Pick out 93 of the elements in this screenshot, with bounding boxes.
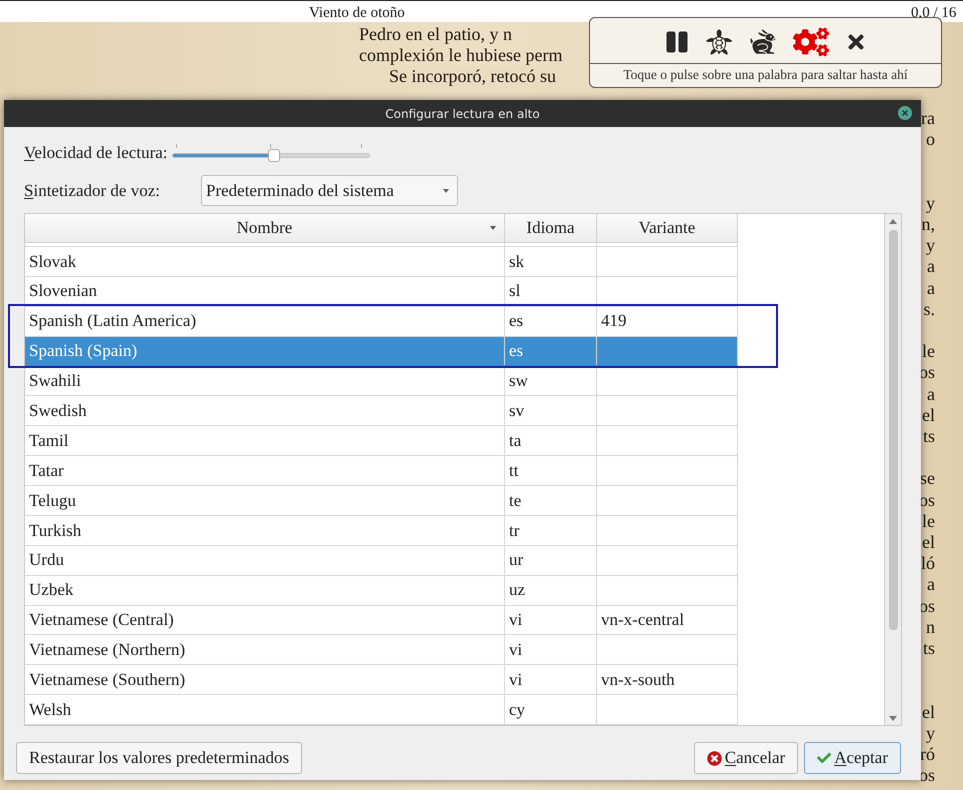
column-header[interactable]: Nombre [25,214,505,243]
book-text-fragment: a [927,278,935,299]
table-row[interactable]: Urdu ur [25,546,738,576]
table-cell-text: 419 [601,310,626,332]
book-text-fragment: se [920,468,935,490]
check-icon [817,751,832,765]
table-cell-text: Spanish (Latin America) [29,310,196,332]
table-cell-text: Urdu [29,549,64,572]
synthesizer-label: Sintetizador de voz: [24,180,161,202]
synthesizer-dropdown[interactable]: Predeterminado del sistema [201,175,458,206]
speed-slider[interactable] [172,143,370,163]
table-cell-text: es [509,340,524,362]
cancel-icon [706,750,722,766]
table-cell-text: Vietnamese (Central) [29,609,174,632]
table-cell-text: vi [509,639,522,662]
speed-label: Velocidad de lectura: [24,142,168,164]
table-row[interactable]: Vietnamese (Southern) vi vn-x-south [25,665,738,696]
table-cell-text: vn-x-south [601,669,675,692]
hint-text: Toque o pulse sobre una palabra para saltar hasta ahí [623,66,908,84]
table-row[interactable]: Welsh cy [25,695,738,726]
book-text-fragment: a [927,384,935,405]
book-text-fragment: el [922,404,935,426]
table-cell-text: Tamil [29,430,68,452]
table-cell-text: Tatar [29,460,64,482]
table-cell-text: es [509,310,524,332]
book-text-fragment: el [922,532,935,554]
book-text-fragment: y [926,722,935,744]
scrollbar[interactable] [884,214,901,725]
sort-caret-icon [490,226,496,230]
table-row[interactable]: Tamil ta [25,426,738,456]
table-cell-text: Telugu [29,490,76,512]
column-header[interactable]: Idioma [505,214,597,243]
book-text-fragment: ts [922,426,935,448]
table-cell-text: vn-x-central [601,609,684,632]
book-text-fragment: n, [922,214,935,236]
table-row[interactable]: Turkish tr [25,516,738,546]
book-text-fragment: el [922,702,935,723]
table-cell-text: tt [509,460,518,482]
caret-icon [443,188,449,192]
table-row[interactable]: Tatar tt [25,456,738,486]
book-text-fragment: o [926,129,935,150]
table-cell-text: uz [509,579,526,602]
book-title: Viento de otoño [309,4,405,23]
table-cell-text: sk [509,250,524,273]
page-counter: 0,0 / 16 [911,4,956,23]
accept-button[interactable]: Aceptar [804,742,901,774]
book-text-fragment: s. [923,298,935,320]
table-cell-text: vi [509,609,522,632]
table-cell-text: tr [509,520,520,542]
book-text-fragment: a [927,256,935,278]
table-cell-text: Vietnamese (Northern) [29,639,186,662]
book-text-fragment: ts [922,638,935,660]
restore-defaults-button[interactable]: Restaurar los valores predeterminados [16,742,302,774]
table-cell-text: ta [509,430,522,452]
table-cell-text: Slovenian [29,280,97,302]
table-cell-text: Slovak [29,250,76,273]
table-cell-text: Vietnamese (Southern) [29,669,186,692]
table-cell-text: Turkish [29,520,82,542]
table-cell-text: vi [509,669,522,692]
table-cell-text: te [509,490,522,512]
table-cell-text: Swahili [29,370,81,392]
table-row[interactable]: Uzbek uz [25,576,738,606]
table-row[interactable]: Telugu te [25,486,738,516]
table-cell-text: Uzbek [29,579,74,602]
table-cell-text: Spanish (Spain) [29,340,138,362]
book-text-fragment: ró [920,744,935,766]
book-text-line: Pedro en el patio, y n [359,24,512,46]
table-cell-text: sl [509,280,520,302]
close-button[interactable] [898,106,912,120]
table-row[interactable]: Vietnamese (Northern) vi [25,635,738,666]
column-header[interactable]: Variante [597,214,738,243]
table-cell-text: sv [509,400,524,422]
book-text-fragment: ló [920,553,935,574]
book-text-fragment: ra [921,108,935,130]
table-cell-text: cy [509,698,526,721]
book-text-line: complexión le hubiese perm [359,45,562,66]
table-cell-text: Welsh [29,698,72,721]
book-text-fragment: le [922,341,935,362]
book-text-fragment: a [927,574,935,596]
book-text-fragment: n [926,616,935,638]
dialog-title: Configurar lectura en alto [385,106,540,122]
table-row[interactable]: Swedish sv [25,396,738,426]
table-cell-text: ur [509,549,524,572]
table-row[interactable]: Slovak sk [25,246,738,277]
table-row[interactable]: Vietnamese (Central) vi vn-x-central [25,606,738,636]
table-row[interactable]: Spanish (Spain) es [25,336,738,366]
table-cell-text: Swedish [29,400,87,422]
book-text-fragment: y [926,192,935,214]
close-icon [901,109,909,117]
cancel-button[interactable]: Cancelar [694,742,798,774]
book-text-fragment: le [922,510,935,532]
book-text-fragment: y [926,235,935,256]
table-cell-text: sw [509,370,528,392]
